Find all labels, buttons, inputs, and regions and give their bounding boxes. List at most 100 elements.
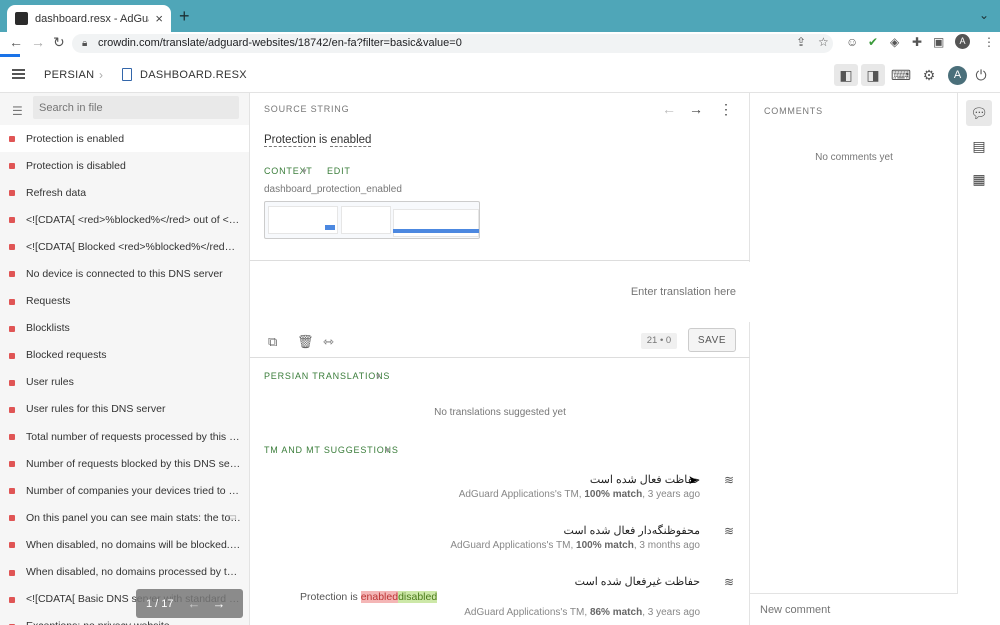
bookmark-star-icon[interactable]: ☆ — [818, 35, 829, 49]
prev-string-icon[interactable]: ← — [662, 101, 676, 117]
string-list-item[interactable]: <![CDATA[ <red>%blocked%</red> out of <b… — [0, 206, 249, 233]
string-list-item-text: When disabled, no domains processed by t… — [26, 566, 241, 579]
untranslated-status-icon — [9, 325, 15, 332]
more-options-icon[interactable]: ⋮ — [719, 101, 733, 118]
puzzle-icon[interactable]: ✚ — [912, 35, 922, 49]
no-translations-text: No translations suggested yet — [434, 407, 566, 418]
filter-icon[interactable]: ☰ — [12, 104, 23, 118]
right-panel-toggle-icon[interactable]: ◨ — [861, 64, 885, 86]
new-tab-button[interactable]: + — [179, 6, 190, 27]
string-list-item[interactable]: Number of companies your devices tried t… — [0, 477, 249, 504]
string-list-item[interactable]: When disabled, no domains processed by t… — [0, 559, 249, 586]
comment-indicator-icon: ▭ — [227, 512, 237, 524]
tm-icon: ≋ — [723, 524, 734, 538]
keyboard-icon[interactable]: ⌨ — [889, 64, 913, 86]
string-list-item[interactable]: No device is connected to this DNS serve… — [0, 260, 249, 287]
string-list-item[interactable]: Total number of requests processed by th… — [0, 423, 249, 450]
string-list-item[interactable]: Requests — [0, 288, 249, 315]
breadcrumb-language[interactable]: PERSIAN — [44, 69, 94, 81]
untranslated-status-icon — [9, 379, 15, 386]
string-list-item-text: Blocked requests — [26, 349, 107, 362]
translation-input[interactable] — [250, 262, 750, 322]
string-list-item-text: On this panel you can see main stats: th… — [26, 511, 241, 524]
untranslated-status-icon — [9, 163, 15, 170]
string-list-item-text: When disabled, no domains will be blocke… — [26, 538, 241, 551]
string-list-item-text: Protection is disabled — [26, 159, 126, 172]
screenshot-thumbnail[interactable] — [264, 201, 480, 239]
tab-close-icon[interactable]: × — [155, 11, 163, 26]
reload-icon[interactable]: ↻ — [53, 34, 65, 51]
string-list-item[interactable]: Protection is enabled — [0, 125, 249, 153]
share-icon[interactable]: ⇪ — [796, 35, 806, 49]
comments-panel: COMMENTS No comments yet — [750, 93, 958, 625]
glossary-tab-icon[interactable]: ▤ — [966, 133, 992, 159]
string-list-item[interactable]: When disabled, no domains will be blocke… — [0, 531, 249, 558]
string-list-item[interactable]: Blocked requests — [0, 342, 249, 369]
string-list-item[interactable]: Protection is disabled — [0, 152, 249, 179]
left-panel-toggle-icon[interactable]: ◧ — [834, 64, 858, 86]
untranslated-status-icon — [9, 596, 15, 603]
power-icon[interactable]: ⏻ — [969, 64, 993, 86]
adguard-extension-icon[interactable]: ✔ — [868, 35, 878, 49]
string-list-item-text: Number of requests blocked by this DNS s… — [26, 457, 241, 470]
file-icon — [122, 68, 132, 81]
pager-next-icon[interactable]: → — [213, 596, 226, 611]
untranslated-status-icon — [9, 515, 15, 522]
comments-tab-icon[interactable]: 💬︎ — [966, 100, 992, 126]
save-button[interactable]: SAVE — [688, 328, 736, 352]
string-list-item[interactable]: User rules for this DNS server — [0, 396, 249, 423]
settings-gear-icon[interactable]: ⚙ — [917, 64, 941, 86]
tm-mt-suggestions-label[interactable]: TM AND MT SUGGESTIONS — [264, 445, 399, 455]
string-list-item[interactable]: On this panel you can see main stats: th… — [0, 504, 249, 531]
tab-search-icon[interactable]: ⌄ — [979, 8, 989, 22]
browser-tab[interactable]: dashboard.resx - AdGuard Web × — [7, 5, 171, 32]
character-counter: 21 • 0 — [641, 333, 677, 349]
untranslated-status-icon — [9, 434, 15, 441]
browser-menu-icon[interactable]: ⋮ — [983, 35, 995, 49]
clear-icon[interactable]: 🗑︎ — [297, 334, 314, 350]
source-string-text: Protection is enabled — [264, 134, 372, 147]
new-comment-input[interactable] — [750, 593, 958, 625]
user-avatar[interactable]: A — [948, 66, 967, 85]
string-list-item-text: Total number of requests processed by th… — [26, 430, 241, 443]
hamburger-menu-icon[interactable] — [12, 69, 25, 79]
string-list-item-text: Protection is enabled — [26, 132, 125, 145]
back-icon[interactable]: ← — [9, 34, 23, 50]
string-key: dashboard_protection_enabled — [264, 184, 402, 195]
breadcrumb-file[interactable]: DASHBOARD.RESX — [140, 69, 247, 81]
string-list-item[interactable]: User rules — [0, 369, 249, 396]
pager: 1 / 17 ← → — [136, 589, 243, 618]
search-input[interactable] — [33, 96, 239, 119]
untranslated-status-icon — [9, 298, 15, 305]
shield-extension-icon[interactable]: ◈ — [890, 35, 899, 49]
resize-icon[interactable]: ⇿ — [323, 334, 334, 350]
edit-context-link[interactable]: EDIT — [327, 166, 351, 176]
context-dropdown-icon[interactable]: ▾ — [302, 166, 307, 177]
string-list-item[interactable]: Number of requests blocked by this DNS s… — [0, 450, 249, 477]
suggestions-dropdown-icon[interactable]: ▾ — [385, 445, 390, 456]
pager-text: 1 / 17 — [146, 597, 174, 610]
chevron-right-icon: › — [99, 68, 103, 82]
next-string-icon[interactable]: → — [689, 101, 703, 117]
string-list-item[interactable]: <![CDATA[ Blocked <red>%blocked%</red> o… — [0, 233, 249, 260]
string-list-item[interactable]: Blocklists — [0, 315, 249, 342]
forward-icon[interactable]: → — [31, 34, 45, 50]
string-list-item[interactable]: Refresh data — [0, 179, 249, 206]
extension-icon[interactable]: ☺ — [846, 35, 858, 49]
string-list-sidebar: ☰ Protection is enabled Protection is dis… — [0, 93, 250, 625]
tab-title: dashboard.resx - AdGuard Web — [35, 12, 149, 25]
browser-toolbar: ← → ↻ 🔒︎ crowdin.com/translate/adguard-w… — [0, 32, 1000, 54]
address-bar[interactable]: 🔒︎ crowdin.com/translate/adguard-website… — [72, 34, 833, 53]
string-list-item-text: No device is connected to this DNS serve… — [26, 268, 223, 281]
tm-tab-icon[interactable]: ▦ — [966, 166, 992, 192]
browser-profile-avatar[interactable]: A — [955, 34, 970, 49]
right-rail: 💬︎ ▤ ▦ — [958, 93, 1000, 625]
translations-dropdown-icon[interactable]: ▾ — [376, 371, 381, 382]
string-list-item-text: <![CDATA[ Blocked <red>%blocked%</red> o… — [26, 240, 241, 253]
persian-translations-label[interactable]: PERSIAN TRANSLATIONS — [264, 371, 390, 381]
source-string-label: SOURCE STRING — [264, 104, 350, 114]
string-list-item-text: Blocklists — [26, 322, 70, 335]
pager-prev-icon[interactable]: ← — [188, 596, 201, 611]
copy-source-icon[interactable]: ⧉ — [268, 334, 277, 350]
sidepanel-icon[interactable]: ▣ — [933, 35, 944, 49]
